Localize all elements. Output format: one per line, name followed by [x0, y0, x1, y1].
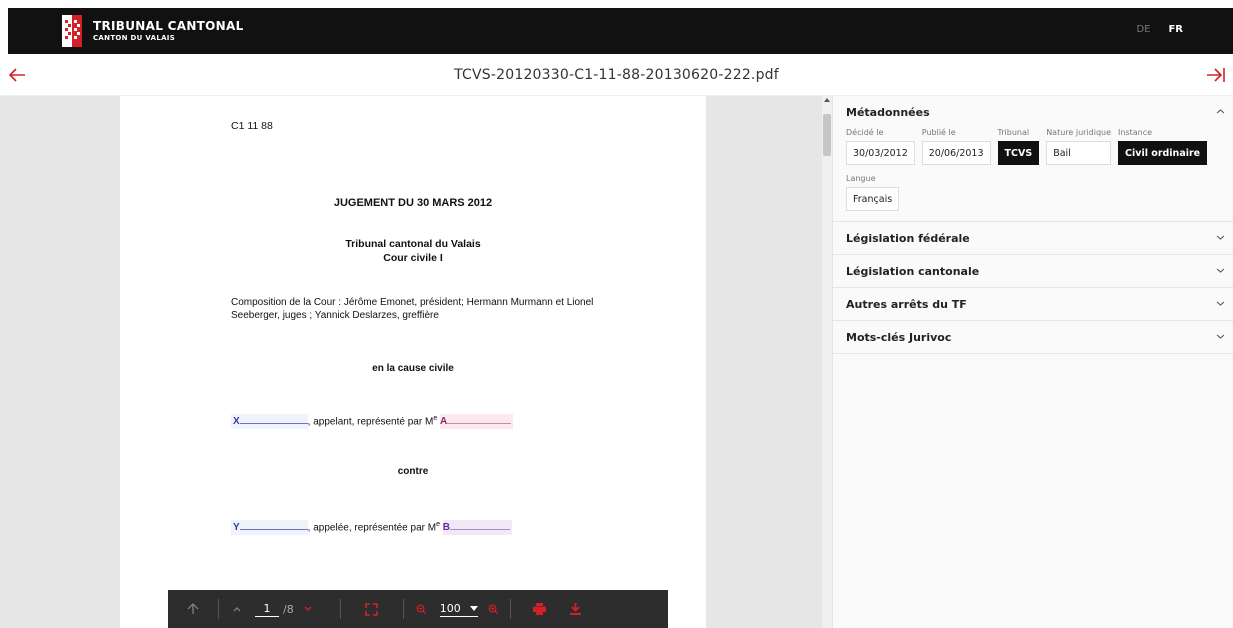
section-jurivoc-keywords[interactable]: Mots-clés Jurivoc	[833, 321, 1233, 354]
metadata-header[interactable]: Métadonnées	[846, 96, 1220, 128]
contre-label: contre	[397, 466, 429, 477]
page-number-input[interactable]: 1	[255, 602, 279, 617]
brand-title: TRIBUNAL CANTONAL	[93, 19, 244, 33]
arrow-up-icon	[187, 603, 199, 614]
field-published: Publié le 20/06/2013	[921, 128, 991, 165]
party2-sup: e	[436, 521, 440, 528]
field-decided-label: Décidé le	[846, 128, 884, 137]
language-fr[interactable]: FR	[1168, 24, 1183, 35]
field-nature-label: Nature juridique	[1046, 128, 1112, 137]
document-reference: C1 11 88	[231, 120, 273, 132]
chevron-down-icon[interactable]	[1216, 299, 1225, 308]
document-filename: TCVS-20120330-C1-11-88-20130620-222.pdf	[454, 66, 779, 83]
print-icon	[533, 603, 547, 615]
field-instance-label: Instance	[1118, 128, 1153, 137]
zoom-out-button[interactable]	[404, 604, 440, 615]
scrollbar-thumb[interactable]	[823, 114, 831, 156]
party2-text: , appelée, représentée par M	[307, 522, 437, 534]
pdf-page: C1 11 88 JUGEMENT DU 30 MARS 2012 Tribun…	[120, 96, 706, 628]
fullscreen-icon	[365, 602, 379, 616]
zoom-in-icon	[488, 604, 499, 614]
brand[interactable]: TRIBUNAL CANTONAL CANTON DU VALAIS	[93, 20, 244, 42]
metadata-section: Métadonnées Décidé le 30/03/2012 Publié …	[833, 96, 1233, 222]
language-switcher: DE FR	[1136, 24, 1183, 35]
collapse-panel-icon[interactable]	[1205, 66, 1227, 84]
chevron-up-icon	[233, 607, 241, 612]
chevron-down-icon[interactable]	[1216, 266, 1225, 275]
chevron-down-icon	[304, 606, 312, 611]
download-icon	[570, 603, 582, 615]
caret-down-icon	[469, 605, 478, 611]
field-published-value: 20/06/2013	[921, 141, 991, 165]
party2-letter: Y	[233, 522, 240, 534]
field-language-label: Langue	[846, 174, 876, 183]
section-jurivoc-keywords-title: Mots-clés Jurivoc	[846, 330, 952, 344]
section-cantonal-legislation[interactable]: Législation cantonale	[833, 255, 1233, 288]
party1-letter: X	[233, 416, 240, 428]
top-bar: TRIBUNAL CANTONAL CANTON DU VALAIS DE FR	[8, 8, 1233, 54]
court-name: Tribunal cantonal du Valais	[345, 238, 481, 250]
field-published-label: Publié le	[921, 128, 956, 137]
field-instance-value[interactable]: Civil ordinaire	[1118, 141, 1208, 165]
print-button[interactable]	[511, 603, 569, 615]
back-arrow-icon[interactable]	[7, 66, 27, 84]
composition-line-1: Composition de la Cour : Jérôme Emonet, …	[231, 297, 594, 308]
metadata-panel: Métadonnées Décidé le 30/03/2012 Publié …	[832, 96, 1233, 628]
metadata-title: Métadonnées	[846, 105, 930, 119]
metadata-fields: Décidé le 30/03/2012 Publié le 20/06/201…	[846, 128, 1220, 165]
section-federal-legislation-title: Législation fédérale	[846, 231, 970, 245]
cause-label: en la cause civile	[372, 363, 454, 374]
field-language: Langue Français	[846, 174, 900, 211]
party1-lawyer: A	[440, 416, 448, 428]
document-title-bar: TCVS-20120330-C1-11-88-20130620-222.pdf	[0, 54, 1233, 96]
section-cantonal-legislation-title: Législation cantonale	[846, 264, 980, 278]
party-respondent: Y , appelée, représentée par Me B	[231, 518, 513, 536]
party1-sup: e	[433, 415, 438, 422]
field-decided-value: 30/03/2012	[846, 141, 915, 165]
field-tribunal: Tribunal TCVS	[997, 128, 1040, 165]
chevron-down-icon[interactable]	[1216, 233, 1225, 242]
metadata-fields-row-2: Langue Français	[846, 174, 1220, 211]
field-tribunal-label: Tribunal	[997, 128, 1030, 137]
fullscreen-button[interactable]	[341, 602, 403, 616]
chevron-up-icon[interactable]	[1216, 107, 1225, 116]
next-page-button[interactable]	[294, 606, 322, 612]
scroll-up-arrow-icon[interactable]	[824, 98, 830, 102]
field-tribunal-value[interactable]: TCVS	[997, 141, 1040, 165]
previous-page-button[interactable]	[219, 606, 255, 612]
zoom-select[interactable]: 100	[439, 601, 478, 617]
party2-lawyer: B	[442, 522, 451, 534]
page: TRIBUNAL CANTONAL CANTON DU VALAIS DE FR…	[0, 0, 1233, 628]
composition-line-2: Seeberger, juges ; Yannick Deslarzes, gr…	[231, 310, 439, 321]
court-chamber: Cour civile I	[383, 252, 443, 264]
language-de[interactable]: DE	[1136, 24, 1150, 35]
section-other-tf-rulings-title: Autres arrêts du TF	[846, 297, 967, 311]
field-instance: Instance Civil ordinaire	[1118, 128, 1208, 165]
party1-text: , appelant, représenté par M	[307, 416, 434, 428]
chevron-down-icon[interactable]	[1216, 332, 1225, 341]
pdf-viewer[interactable]: C1 11 88 JUGEMENT DU 30 MARS 2012 Tribun…	[0, 96, 822, 628]
party-appellant: X , appelant, représenté par Me A	[231, 412, 514, 430]
zoom-value: 100	[439, 601, 461, 615]
brand-subtitle: CANTON DU VALAIS	[93, 34, 176, 42]
field-nature: Nature juridique Bail	[1046, 128, 1112, 165]
valais-logo-icon[interactable]	[62, 15, 82, 47]
zoom-out-icon	[416, 604, 427, 614]
pdf-toolbar: 1 /8 100	[168, 590, 668, 628]
field-language-value: Français	[846, 187, 900, 211]
section-federal-legislation[interactable]: Législation fédérale	[833, 222, 1233, 255]
zoom-in-button[interactable]	[478, 604, 510, 615]
judgement-heading: JUGEMENT DU 30 MARS 2012	[333, 197, 493, 209]
field-decided: Décidé le 30/03/2012	[846, 128, 915, 165]
download-button[interactable]	[569, 603, 583, 615]
viewer-scrollbar[interactable]	[822, 96, 832, 628]
scroll-top-button[interactable]	[168, 603, 218, 615]
section-other-tf-rulings[interactable]: Autres arrêts du TF	[833, 288, 1233, 321]
page-total: /8	[283, 602, 294, 616]
field-nature-value: Bail	[1046, 141, 1112, 165]
